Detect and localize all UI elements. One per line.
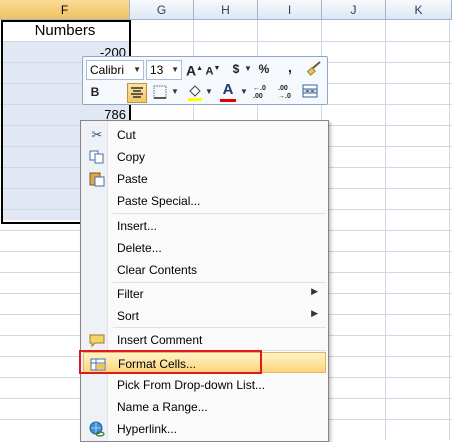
menu-item-label: Sort (117, 309, 140, 323)
menu-item-pick-from-list[interactable]: Pick From Drop-down List... (83, 374, 326, 395)
comma-style-button[interactable]: , (283, 58, 297, 78)
paint-bucket-icon (188, 85, 202, 101)
menu-item-insert-comment[interactable]: Insert Comment (83, 329, 326, 350)
chevron-down-icon[interactable]: ▼ (244, 60, 252, 80)
hyperlink-icon (89, 421, 105, 437)
merge-cells-icon (302, 84, 318, 98)
chevron-down-icon[interactable]: ▼ (205, 83, 213, 103)
merge-center-button[interactable] (302, 83, 320, 103)
menu-item-label: Name a Range... (117, 400, 208, 414)
menu-item-label: Clear Contents (117, 263, 198, 277)
menu-item-label: Paste Special... (117, 194, 201, 208)
column-header-h[interactable]: H (194, 0, 258, 20)
menu-item-sort[interactable]: Sort ▶ (83, 305, 326, 326)
menu-item-name-range[interactable]: Name a Range... (83, 396, 326, 417)
paintbrush-icon (306, 61, 321, 76)
fill-color-button[interactable] (186, 83, 204, 103)
bold-button[interactable]: B (87, 83, 103, 103)
chevron-down-icon[interactable]: ▼ (133, 61, 141, 79)
copy-icon (89, 149, 105, 165)
column-header-g[interactable]: G (130, 0, 194, 20)
center-align-button[interactable] (127, 83, 147, 103)
menu-item-copy[interactable]: Copy (83, 146, 326, 167)
mini-toolbar: Calibri ▼ 13 ▼ A▲ A▼ $ ▼ % , B ▼ ▼ A ▼ ←… (82, 56, 328, 105)
borders-button[interactable] (153, 83, 169, 103)
percent-button[interactable]: % (256, 60, 272, 80)
column-header-k[interactable]: K (386, 0, 452, 20)
menu-item-clear-contents[interactable]: Clear Contents (83, 259, 326, 280)
decrease-decimal-button[interactable]: .00 →.0 (278, 83, 298, 103)
menu-item-cut[interactable]: ✂ Cut (83, 124, 326, 145)
menu-item-label: Insert... (117, 219, 158, 233)
font-color-swatch (220, 99, 236, 102)
menu-item-paste[interactable]: Paste (83, 168, 326, 189)
menu-item-label: Insert Comment (117, 333, 203, 347)
column-header-f[interactable]: F (0, 0, 130, 20)
grow-font-icon: A (186, 62, 197, 79)
menu-item-label: Hyperlink... (117, 422, 178, 436)
submenu-arrow-icon: ▶ (311, 308, 318, 318)
chevron-down-icon[interactable]: ▼ (171, 61, 179, 79)
shrink-font-icon: A (205, 65, 214, 78)
font-name-value: Calibri (90, 63, 125, 77)
menu-separator (113, 327, 326, 328)
menu-item-label: Filter (117, 287, 144, 301)
font-size-combo[interactable]: 13 ▼ (146, 60, 182, 80)
menu-separator (113, 213, 326, 214)
currency-button[interactable]: $ (229, 60, 243, 80)
increase-decimal-button[interactable]: ←.0 .00 (253, 83, 273, 103)
column-header-i[interactable]: I (258, 0, 322, 20)
menu-item-delete[interactable]: Delete... (83, 237, 326, 258)
format-painter-button[interactable] (305, 60, 323, 80)
context-menu: ✂ Cut Copy Paste Paste Special... Insert… (80, 120, 329, 442)
comment-icon (89, 332, 105, 348)
chevron-down-icon[interactable]: ▼ (240, 83, 248, 103)
menu-item-label: Paste (117, 172, 148, 186)
font-color-icon: A (222, 81, 234, 98)
menu-item-label: Pick From Drop-down List... (117, 378, 266, 392)
menu-item-filter[interactable]: Filter ▶ (83, 283, 326, 304)
borders-icon (153, 85, 167, 99)
align-center-icon (131, 87, 143, 98)
font-name-combo[interactable]: Calibri ▼ (86, 60, 144, 80)
decrease-decimal-icon: .00 →.0 (278, 85, 291, 100)
increase-decimal-icon: ←.0 .00 (253, 85, 266, 100)
font-size-value: 13 (150, 63, 164, 77)
paste-icon (89, 171, 105, 187)
scissors-icon: ✂ (91, 127, 103, 142)
grow-font-button[interactable]: A▲ (186, 60, 203, 80)
column-header-j[interactable]: J (322, 0, 386, 20)
submenu-arrow-icon: ▶ (311, 286, 318, 296)
shrink-font-button[interactable]: A▼ (205, 60, 221, 80)
menu-item-paste-special[interactable]: Paste Special... (83, 190, 326, 211)
menu-item-hyperlink[interactable]: Hyperlink... (83, 418, 326, 439)
highlight-box (79, 350, 262, 374)
menu-item-label: Delete... (117, 241, 162, 255)
menu-item-label: Cut (117, 128, 136, 142)
menu-item-label: Copy (117, 150, 146, 164)
chevron-down-icon[interactable]: ▼ (171, 83, 179, 103)
font-color-button[interactable]: A (219, 81, 237, 102)
menu-item-insert[interactable]: Insert... (83, 215, 326, 236)
